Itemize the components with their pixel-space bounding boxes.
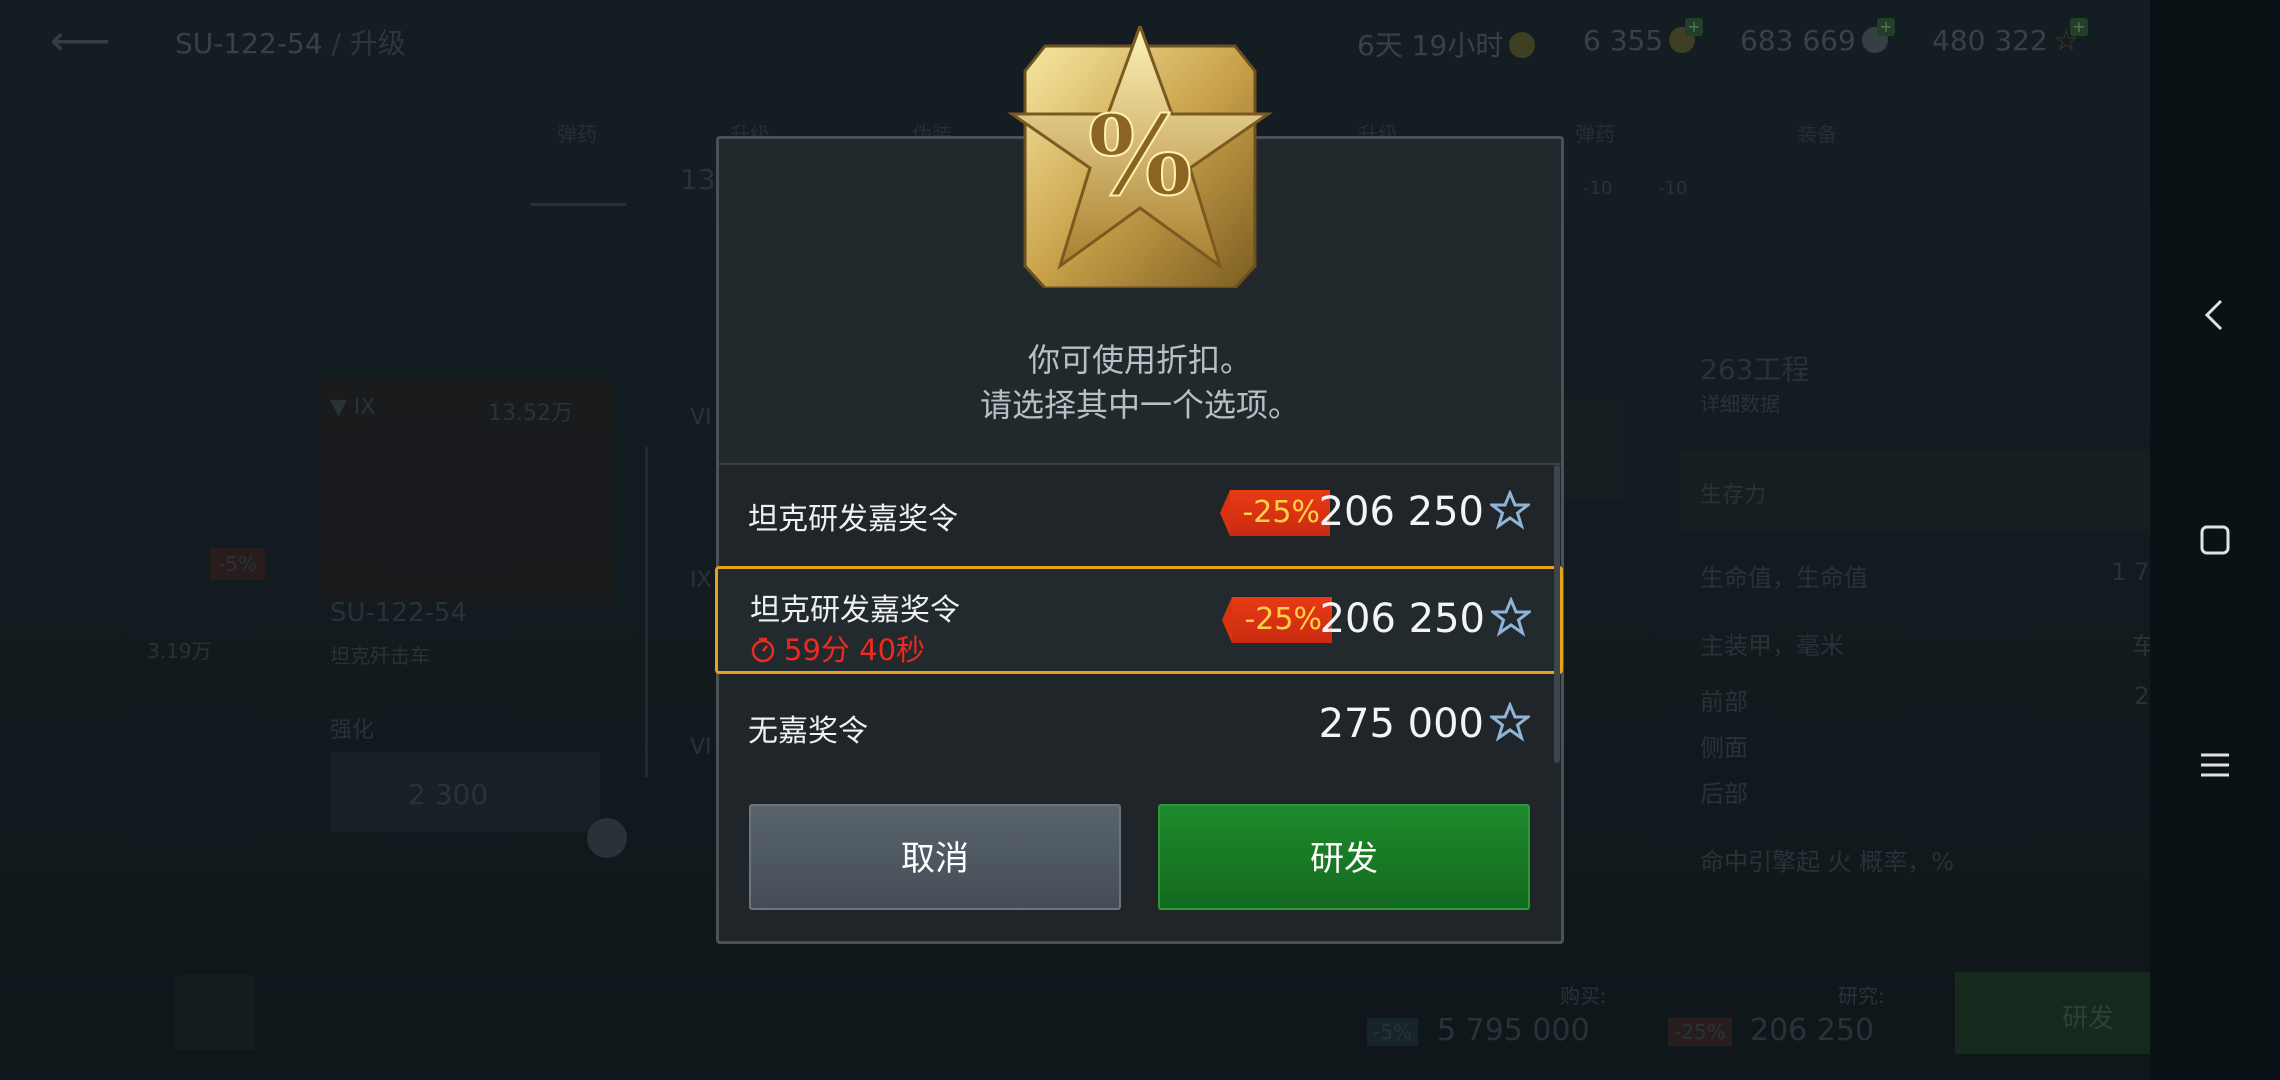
option-title: 坦克研发嘉奖令	[748, 502, 958, 537]
svg-text:%: %	[1088, 91, 1193, 220]
options-scrollbar[interactable]	[1554, 465, 1560, 763]
discount-badge: -25%	[1220, 490, 1330, 536]
option-price: 206 250	[1319, 596, 1485, 642]
back-icon[interactable]	[2195, 295, 2235, 335]
discount-emblem-icon: %	[1000, 21, 1280, 290]
option-title: 坦克研发嘉奖令	[750, 593, 960, 628]
cancel-button[interactable]: 取消	[749, 804, 1121, 910]
option-price: 206 250	[1318, 489, 1484, 535]
timer-icon	[751, 637, 775, 663]
option-price: 275 000	[1318, 701, 1484, 747]
dialog-message-line1: 你可使用折扣。	[1027, 341, 1252, 379]
research-star-icon	[1491, 597, 1531, 637]
dialog-message-line2: 请选择其中一个选项。	[979, 386, 1300, 424]
option-title: 无嘉奖令	[748, 714, 868, 749]
dialog-message: 你可使用折扣。 请选择其中一个选项。	[716, 338, 1564, 428]
discount-badge: -25%	[1222, 597, 1332, 643]
menu-icon[interactable]	[2195, 745, 2235, 785]
research-star-icon	[1490, 490, 1530, 530]
option-order-2-selected[interactable]: 坦克研发嘉奖令 59分 40秒 -25% 206 250	[715, 566, 1563, 674]
option-no-order[interactable]: 无嘉奖令 275 000	[716, 674, 1556, 778]
option-timer: 59分 40秒	[750, 627, 925, 669]
research-button[interactable]: 研发	[1158, 804, 1530, 910]
option-order-1[interactable]: 坦克研发嘉奖令 -25% 206 250	[716, 462, 1556, 566]
research-star-icon	[1490, 702, 1530, 742]
home-square-icon[interactable]	[2195, 520, 2235, 560]
